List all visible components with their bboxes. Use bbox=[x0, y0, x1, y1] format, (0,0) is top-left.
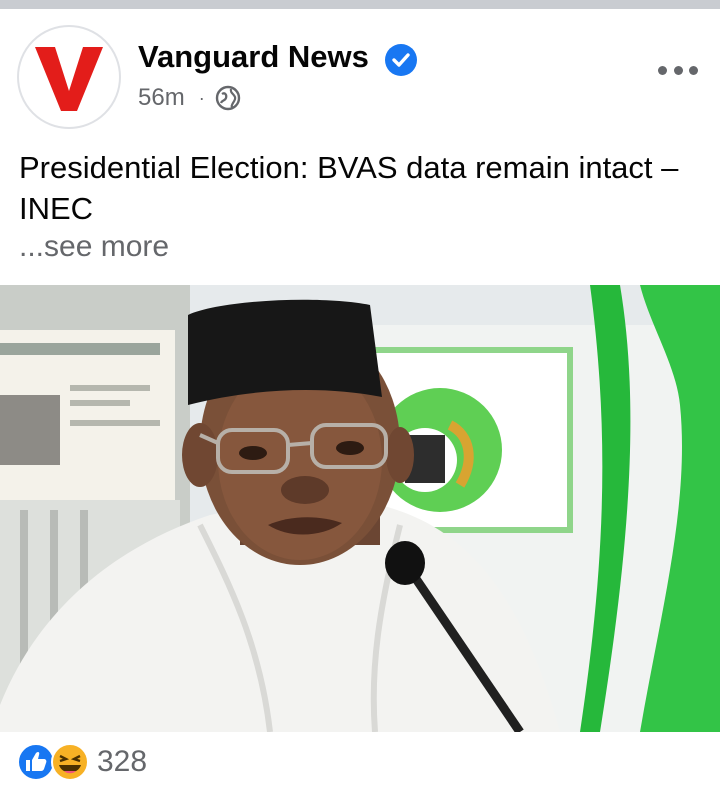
post-photo[interactable] bbox=[0, 285, 720, 732]
top-divider bbox=[0, 0, 720, 9]
see-more-link[interactable]: ...see more bbox=[19, 230, 169, 264]
reactions-bar[interactable]: 328 bbox=[0, 732, 720, 791]
like-icon bbox=[17, 743, 55, 781]
globe-icon bbox=[215, 85, 240, 111]
post-header: Vanguard News 56m · bbox=[0, 9, 720, 140]
page-name[interactable]: Vanguard News bbox=[138, 39, 369, 75]
verified-badge-icon bbox=[385, 44, 417, 76]
post-meta: 56m · bbox=[138, 83, 241, 113]
reaction-count[interactable]: 328 bbox=[97, 742, 147, 782]
reaction-icons bbox=[17, 743, 89, 781]
post-photo-illustration bbox=[0, 285, 720, 732]
meta-separator: · bbox=[198, 87, 205, 108]
more-options-icon[interactable] bbox=[658, 61, 698, 79]
page-avatar[interactable] bbox=[17, 25, 121, 129]
post-text: Presidential Election: BVAS data remain … bbox=[19, 150, 679, 226]
vanguard-logo-icon bbox=[35, 47, 103, 111]
haha-icon bbox=[51, 743, 89, 781]
post-timestamp[interactable]: 56m bbox=[138, 84, 185, 112]
